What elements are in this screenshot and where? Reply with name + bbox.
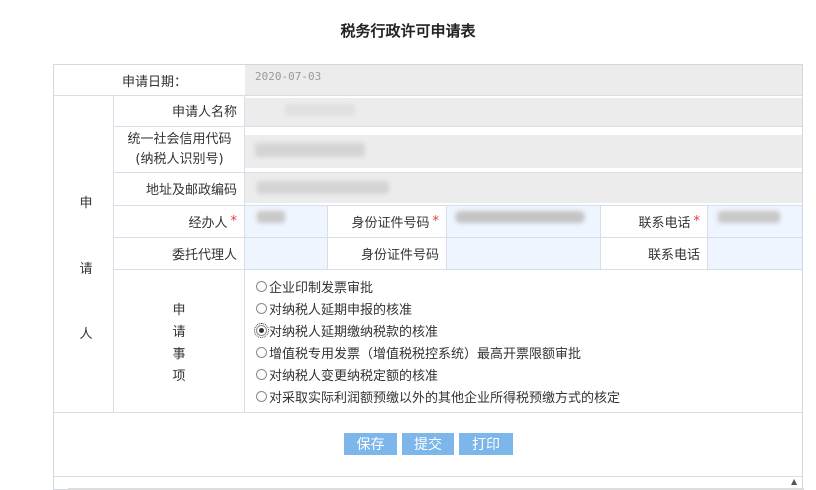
divider (446, 205, 447, 269)
option-label: 对采取实际利润额预缴以外的其他企业所得税预缴方式的核定 (269, 391, 621, 406)
agent-phone-label: 联系电话 (647, 247, 700, 263)
id-number-input[interactable] (447, 205, 601, 237)
side-label-char: 申 (79, 196, 93, 211)
radio-button[interactable] (256, 281, 267, 292)
redacted-text (455, 211, 585, 223)
divider (54, 476, 802, 477)
required-mark: * (432, 213, 440, 229)
radio-button[interactable] (256, 347, 267, 358)
redacted-text (257, 211, 285, 223)
option-tax-quota-change[interactable]: 对纳税人变更纳税定额的核准 (256, 365, 438, 384)
apply-date-value: 2020-07-03 (255, 70, 322, 83)
divider (113, 95, 114, 412)
divider (707, 205, 708, 269)
option-label: 企业印制发票审批 (269, 281, 374, 296)
scroll-up-arrow-icon[interactable]: ▲ (791, 477, 797, 486)
agent-input[interactable] (245, 237, 328, 269)
radio-button[interactable] (256, 391, 267, 402)
apply-date-label-cell: 申请日期： (54, 65, 245, 95)
handler-input[interactable] (245, 205, 328, 237)
agent-id-input[interactable] (447, 237, 601, 269)
divider (54, 95, 802, 96)
divider (114, 269, 802, 270)
matter-label-char: 项 (172, 369, 186, 384)
phone-label-cell: 联系电话 * (601, 205, 708, 237)
applicant-name-label-cell: 申请人名称 (114, 95, 245, 126)
divider (114, 205, 802, 206)
handler-label: 经办人 (188, 215, 228, 231)
address-field (245, 173, 802, 203)
divider (327, 205, 328, 269)
required-mark: * (230, 213, 238, 229)
radio-button[interactable] (256, 303, 267, 314)
address-label: 地址及邮政编码 (145, 183, 237, 198)
id-number-label-cell: 身份证件号码 * (328, 205, 447, 237)
redacted-text (718, 211, 780, 223)
credit-code-label-cell: 统一社会信用代码 (纳税人识别号) (114, 127, 245, 172)
option-label: 对纳税人延期缴纳税款的核准 (269, 325, 439, 340)
id-number-label: 身份证件号码 (351, 215, 430, 231)
radio-button[interactable] (256, 369, 267, 380)
matter-label-char: 请 (172, 325, 186, 340)
submit-button[interactable]: 提交 (402, 433, 454, 455)
redacted-text (285, 104, 355, 116)
redacted-text (257, 181, 389, 194)
agent-id-label: 身份证件号码 (360, 247, 439, 263)
applicant-name-field (245, 98, 802, 126)
divider (54, 412, 802, 413)
option-label: 增值税专用发票（增值税税控系统）最高开票限额审批 (269, 347, 582, 362)
agent-phone-label-cell: 联系电话 (601, 237, 708, 269)
phone-label: 联系电话 (638, 215, 691, 231)
option-invoice-printing[interactable]: 企业印制发票审批 (256, 277, 373, 296)
phone-input[interactable] (708, 205, 802, 237)
option-delayed-payment[interactable]: 对纳税人延期缴纳税款的核准 (254, 321, 439, 340)
option-delayed-filing[interactable]: 对纳税人延期申报的核准 (256, 299, 412, 318)
permit-application-form: 申请日期： 2020-07-03 申 请 人 申请人名称 统一社会信用代码 (纳… (53, 64, 804, 490)
credit-code-field (245, 135, 802, 168)
divider (114, 237, 802, 238)
agent-phone-input[interactable] (708, 237, 802, 269)
redacted-text (255, 143, 365, 157)
required-mark: * (693, 213, 701, 229)
option-prepayment-method[interactable]: 对采取实际利润额预缴以外的其他企业所得税预缴方式的核定 (256, 387, 620, 406)
option-label: 对纳税人延期申报的核准 (269, 303, 413, 318)
matter-label-char: 事 (172, 347, 186, 362)
divider (114, 126, 802, 127)
divider (114, 172, 802, 173)
applicant-name-label: 申请人名称 (171, 105, 237, 120)
credit-code-label: 统一社会信用代码 (127, 131, 232, 147)
agent-label-cell: 委托代理人 (114, 237, 245, 269)
apply-date-field: 2020-07-03 (245, 65, 802, 95)
agent-label: 委托代理人 (171, 247, 237, 263)
option-vat-invoice-limit[interactable]: 增值税专用发票（增值税税控系统）最高开票限额审批 (256, 343, 581, 362)
radio-button-selected[interactable] (254, 323, 269, 338)
divider (600, 205, 601, 269)
print-button[interactable]: 打印 (459, 433, 513, 455)
address-label-cell: 地址及邮政编码 (114, 172, 245, 205)
taxpayer-id-label: (纳税人识别号) (135, 151, 224, 167)
side-label-char: 人 (79, 327, 93, 342)
option-label: 对纳税人变更纳税定额的核准 (269, 369, 439, 384)
page-title: 税务行政许可申请表 (340, 22, 476, 40)
save-button[interactable]: 保存 (344, 433, 397, 455)
divider (244, 95, 245, 412)
matter-label-char: 申 (172, 303, 186, 318)
apply-date-label: 申请日期： (121, 74, 187, 90)
agent-id-label-cell: 身份证件号码 (328, 237, 447, 269)
handler-label-cell: 经办人 * (114, 205, 245, 237)
side-label-char: 请 (79, 262, 93, 277)
